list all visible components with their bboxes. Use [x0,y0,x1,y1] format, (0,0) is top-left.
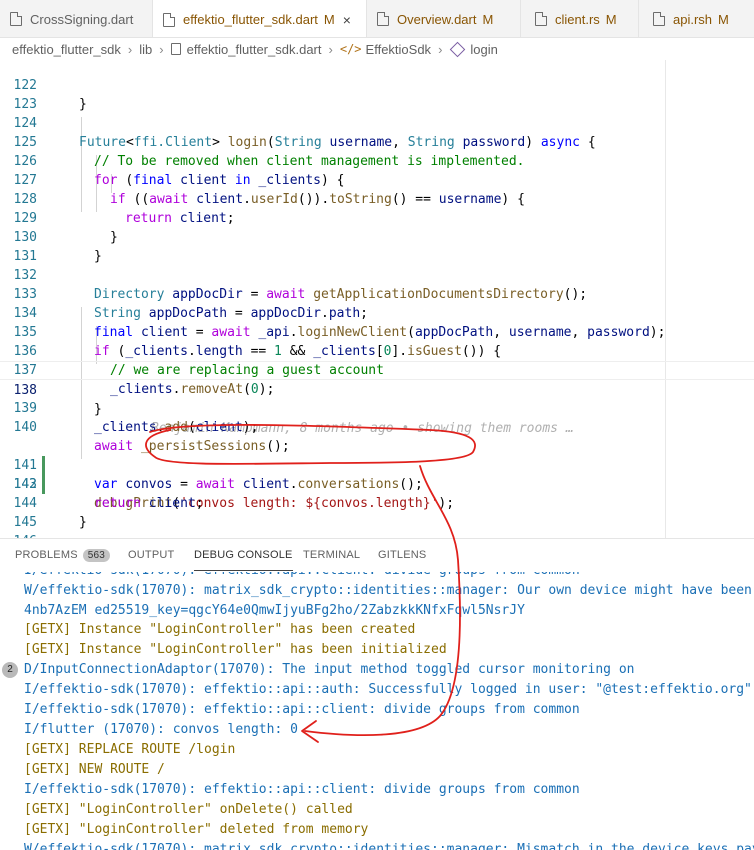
console-line: I/effektio-sdk(17070): effektio::api::au… [24,682,752,697]
code-line: 141 var convos = await client.conversati… [0,418,754,492]
tab-client-rs[interactable]: client.rs M [521,0,639,37]
breadcrumb-separator: › [127,41,133,57]
modified-indicator: M [605,11,617,27]
modified-indicator: M [718,11,729,27]
console-line: I/effektio-sdk(17070): effektio::api::cl… [24,702,580,717]
tab-label: CrossSigning.dart [30,11,134,27]
code-line: 135 if (_clients.length == 1 && _clients… [0,304,754,359]
console-line-highlighted: I/flutter (17070): convos length: 0 [24,722,298,737]
code-line: 122 } [0,60,754,112]
code-line: 131 [0,228,754,264]
modified-indicator: M [323,12,335,27]
repeat-count-badge: 2 [2,662,18,678]
console-line: W/effektio-sdk(17070): matrix_sdk_crypto… [24,842,754,850]
tab-output[interactable]: OUTPUT [128,549,174,571]
breadcrumb-method[interactable]: login [470,42,497,57]
tab-problems[interactable]: PROBLEMS 563 [15,549,111,571]
code-line: 132 Directory appDocDir = await getAppli… [0,247,754,302]
file-icon [653,12,665,26]
console-line: [GETX] "LoginController" onDelete() call… [24,802,353,817]
code-line: 129 } [0,190,754,245]
code-line: 140 await _persistSessions(); [0,399,754,454]
tab-crosssigning[interactable]: CrossSigning.dart [0,0,153,37]
breadcrumb-file[interactable]: effektio_flutter_sdk.dart [187,42,322,57]
code-editor[interactable]: 122 } 123 124 Future<ffi.Client> login(S… [0,60,754,538]
console-line: I/effektio-sdk(17070): effektio::api::cl… [24,572,580,581]
code-line: 134 final client = await _api.loginNewCl… [0,285,754,340]
problems-count-badge: 563 [82,549,111,562]
code-line: 145 [0,494,754,530]
class-icon: </> [339,42,362,56]
file-icon [170,43,181,55]
code-line: 136 // we are replacing a guest account [0,323,754,378]
breadcrumb-root[interactable]: effektio_flutter_sdk [12,42,121,57]
console-line: [GETX] "LoginController" deleted from me… [24,822,369,837]
tab-label: effektio_flutter_sdk.dart [183,12,318,27]
tab-api-rsh[interactable]: api.rsh M [639,0,754,37]
code-line: 137 _clients.removeAt(0); [0,342,754,397]
console-line: [GETX] REPLACE ROUTE /login [24,742,236,757]
breadcrumb: effektio_flutter_sdk › lib › effektio_fl… [0,38,754,60]
console-line: 2 D/InputConnectionAdaptor(17070): The in… [2,660,634,680]
tab-label: api.rsh [673,11,713,27]
panel-tab-bar: PROBLEMS 563 OUTPUT DEBUG CONSOLE TERMINA… [0,538,754,572]
breadcrumb-folder[interactable]: lib [139,42,152,57]
editor-tab-bar: CrossSigning.dart effektio_flutter_sdk.d… [0,0,754,38]
code-line: 133 String appDocPath = appDocDir.path; [0,266,754,321]
tab-label: client.rs [555,11,600,27]
breadcrumb-separator: › [438,41,443,57]
console-line: [GETX] NEW ROUTE / [24,762,165,777]
code-line: 142 debugPrint('convos length: ${convos.… [0,437,754,511]
code-line: 146 Future<ffi.Client> signUp( [0,513,754,538]
breadcrumb-separator: › [159,41,164,57]
file-icon [377,12,389,26]
modified-indicator: M [482,11,494,27]
code-line: 128 return client; [0,171,754,226]
tab-label: Overview.dart [397,11,477,27]
breadcrumb-separator: › [328,41,333,57]
tab-terminal[interactable]: TERMINAL [303,549,360,571]
code-line: 123 [0,76,754,112]
file-icon [10,12,22,26]
code-line: 125 // To be removed when client managem… [0,114,754,169]
code-line: 130 } [0,209,754,264]
console-line: [GETX] Instance "LoginController" has be… [24,622,416,637]
code-line: 144 } [0,475,754,530]
tab-overview[interactable]: Overview.dart M [367,0,521,37]
code-line-current: 138 } Benjamin Kampmann, 8 months ago • … [0,361,754,436]
tab-effektio-flutter-sdk[interactable]: effektio_flutter_sdk.dart M × [153,0,367,37]
file-icon [535,12,547,26]
console-line: 4nb7AzEM ed25519_key=qgcY64e0QmwIjyuBFg2… [24,603,525,618]
console-line: [GETX] Instance "LoginController" has be… [24,642,447,657]
code-line: 139 _clients.add(client); [0,380,754,435]
method-icon [450,41,466,57]
code-line: 127 if ((await client.userId()).toString… [0,152,754,207]
tab-debug-console[interactable]: DEBUG CONSOLE [194,549,293,571]
code-line: 126 for (final client in _clients) { [0,133,754,188]
console-line: W/effektio-sdk(17070): matrix_sdk_crypto… [24,583,754,598]
breadcrumb-class[interactable]: EffektioSdk [366,42,432,57]
close-icon[interactable]: × [343,12,351,28]
code-line: 124 Future<ffi.Client> login(String user… [0,95,754,150]
debug-console-output[interactable]: I/effektio-sdk(17070): effektio::api::cl… [0,572,754,850]
file-icon [163,12,175,27]
tab-gitlens[interactable]: GITLENS [378,549,426,571]
code-line: 143 return client; [0,456,754,511]
console-line: I/effektio-sdk(17070): effektio::api::cl… [24,782,580,797]
